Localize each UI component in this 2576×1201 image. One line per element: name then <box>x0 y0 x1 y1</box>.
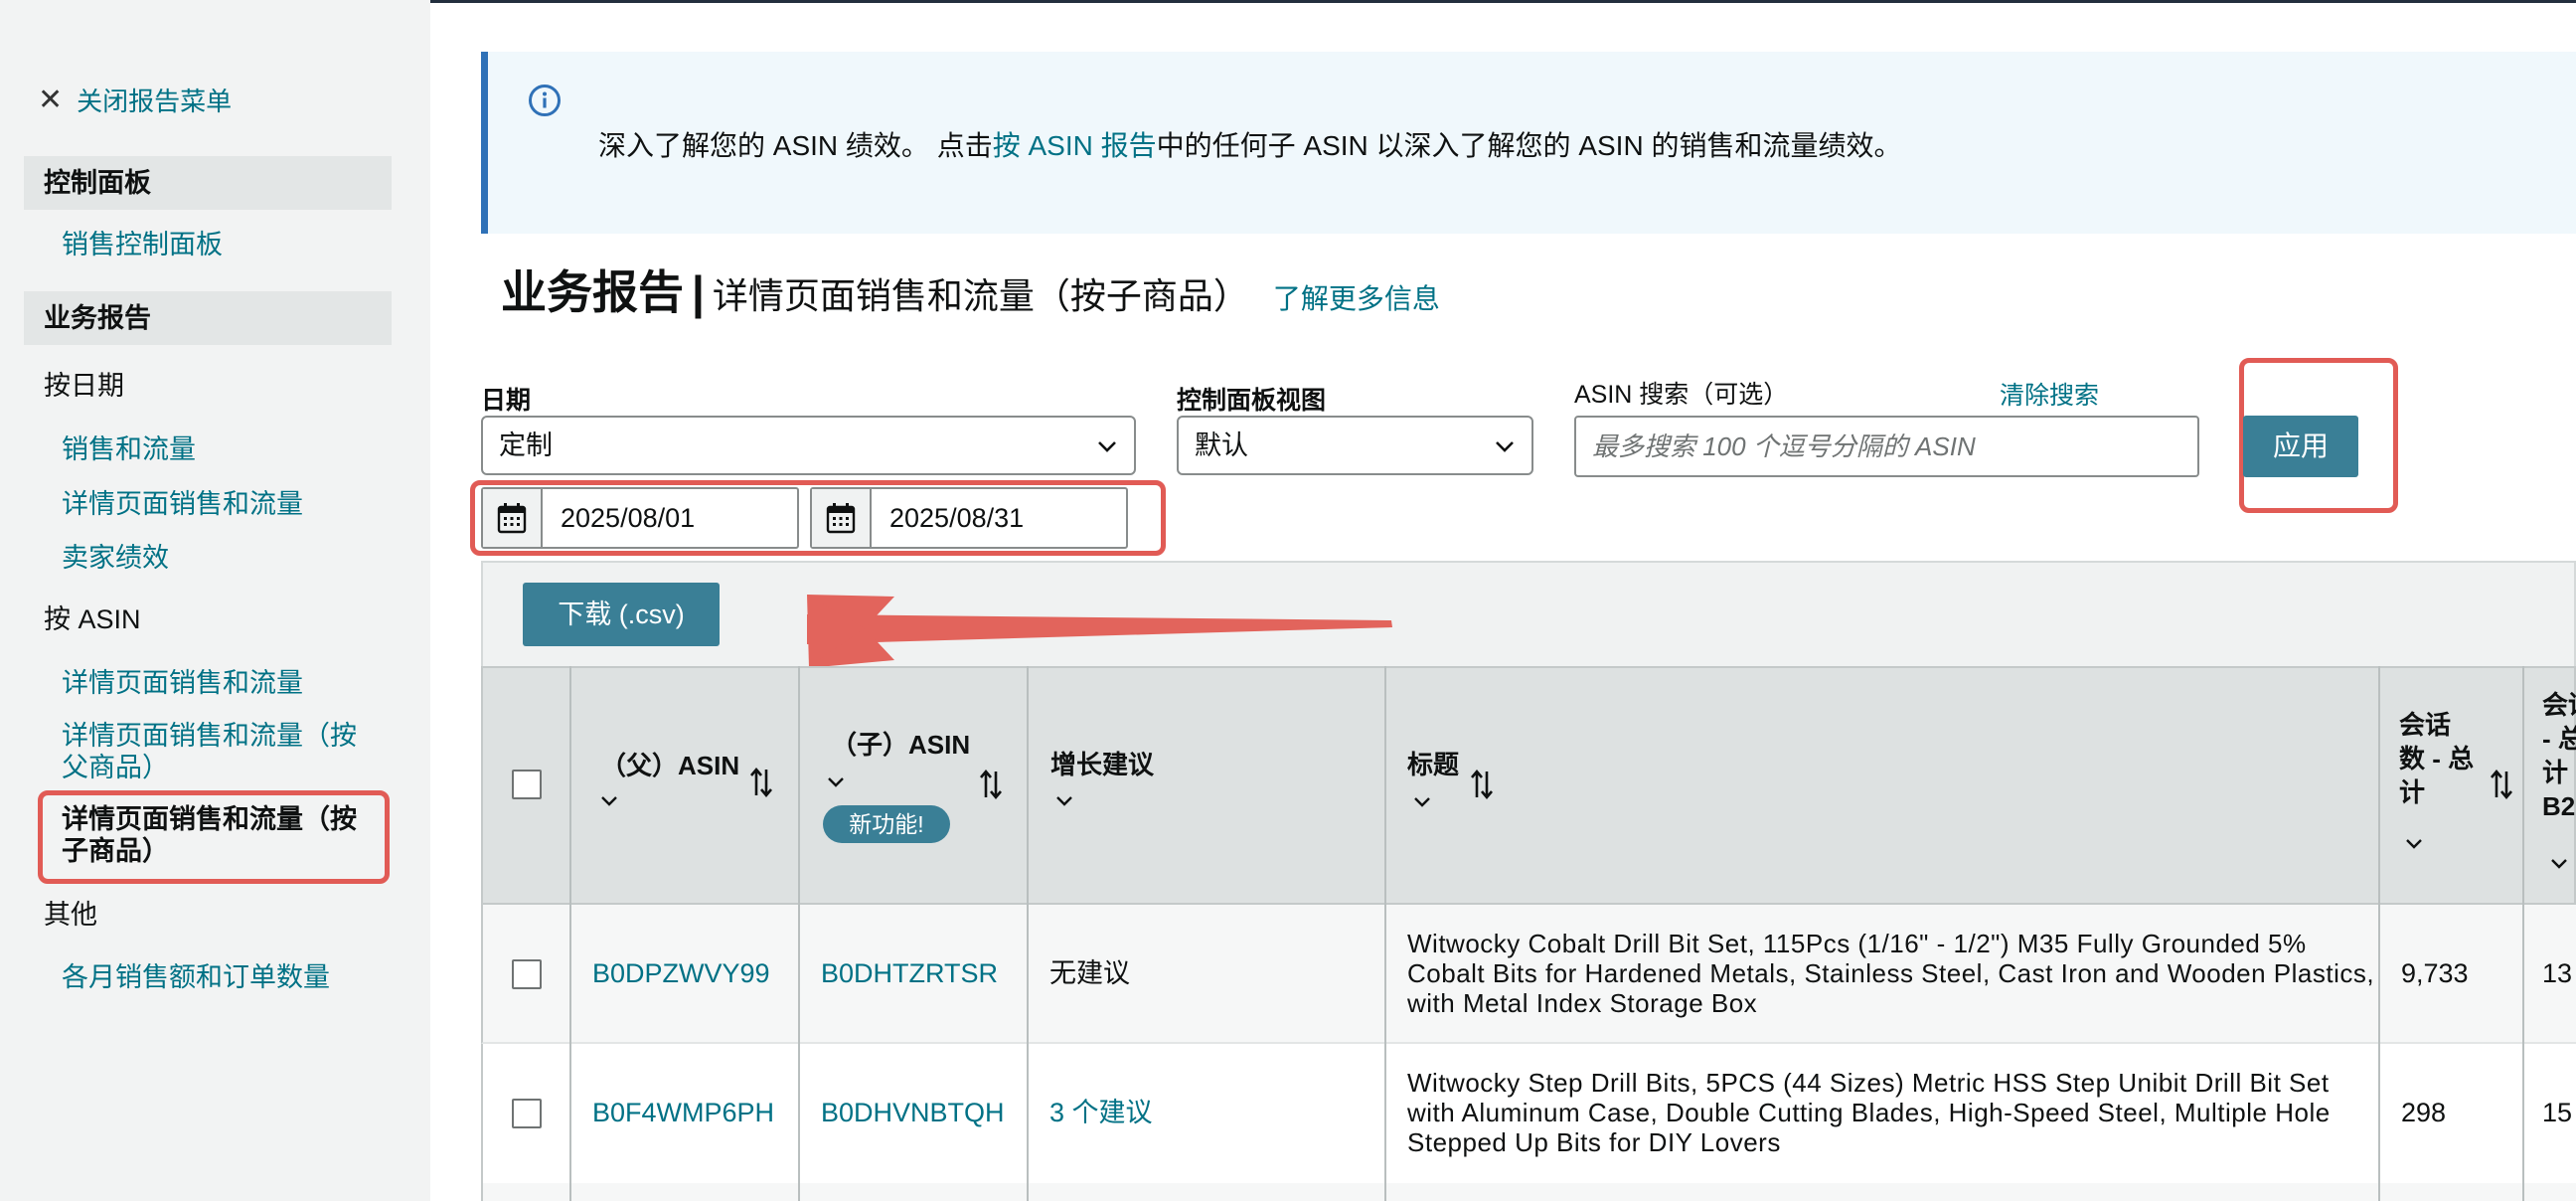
growth-suggestion-link[interactable]: 3 个建议 <box>1049 1098 1153 1127</box>
chevron-down-icon[interactable] <box>1413 795 1431 809</box>
row-checkbox[interactable] <box>512 1099 542 1128</box>
column-divider <box>1027 666 1029 1201</box>
sort-icon[interactable] <box>2489 768 2514 801</box>
select-all-checkbox[interactable] <box>512 770 542 799</box>
chevron-down-icon[interactable] <box>2405 837 2423 851</box>
column-divider <box>569 666 571 1201</box>
header-title[interactable]: 标题 <box>1407 748 1459 781</box>
column-divider <box>798 666 800 1201</box>
header-sessions-total[interactable]: 会话 数 - 总 计 <box>2399 708 2474 809</box>
table-row <box>481 1183 2576 1201</box>
chevron-down-icon[interactable] <box>600 794 618 808</box>
sessions-total: 298 <box>2401 1098 2447 1127</box>
child-asin-link[interactable]: B0DHVNBTQH <box>821 1098 1005 1127</box>
header-sessions-b2b-total[interactable]: 会话 - 总 计 B2 <box>2542 688 2576 823</box>
header-b2b-line4: B2 <box>2542 791 2576 821</box>
sidebar-item-monthly-sales-orders[interactable]: 各月销售额和订单数量 <box>62 961 330 993</box>
header-b2b-line3: 计 <box>2542 758 2569 787</box>
product-title: Witwocky Step Drill Bits, 5PCS (44 Sizes… <box>1407 1068 2331 1157</box>
column-divider <box>2378 666 2380 1201</box>
new-feature-badge: 新功能! <box>823 805 950 843</box>
row-checkbox[interactable] <box>512 959 542 989</box>
sessions-b2b-total: 15 <box>2542 1098 2573 1127</box>
sidebar-group-other: 其他 <box>44 900 97 930</box>
child-asin-link[interactable]: B0DHTZRTSR <box>821 958 998 988</box>
sidebar-item-asin-by-child[interactable]: 详情页面销售和流量（按子商品） <box>62 803 380 867</box>
parent-asin-link[interactable]: B0F4WMP6PH <box>592 1098 774 1127</box>
sessions-total: 9,733 <box>2401 958 2469 988</box>
header-b2b-line1: 会话 <box>2542 690 2576 720</box>
annotation-arrow <box>807 595 1392 668</box>
header-sessions-line3: 计 <box>2399 777 2426 807</box>
sort-icon[interactable] <box>1469 768 1495 801</box>
sidebar-item-asin-by-parent[interactable]: 详情页面销售和流量（按父商品） <box>62 720 380 783</box>
growth-suggestion: 无建议 <box>1049 958 1130 988</box>
column-divider <box>1384 666 1386 1201</box>
header-growth-suggestions[interactable]: 增长建议 <box>1050 748 1154 781</box>
sort-icon[interactable] <box>748 766 774 799</box>
sort-icon[interactable] <box>978 768 1004 801</box>
table-header <box>481 666 2576 905</box>
header-child-asin[interactable]: （子）ASIN <box>831 728 970 762</box>
product-title: Witwocky Cobalt Drill Bit Set, 115Pcs (1… <box>1407 929 2375 1018</box>
chevron-down-icon[interactable] <box>1055 794 1073 808</box>
header-b2b-line2: - 总 <box>2542 724 2576 754</box>
chevron-down-icon[interactable] <box>827 775 845 789</box>
chevron-down-icon[interactable] <box>2550 857 2568 871</box>
column-divider <box>2522 666 2524 1201</box>
header-sessions-line2: 数 - 总 <box>2399 744 2475 773</box>
sessions-b2b-total: 13 <box>2542 958 2573 988</box>
header-sessions-line1: 会话 <box>2399 710 2452 740</box>
parent-asin-link[interactable]: B0DPZWVY99 <box>592 958 770 988</box>
header-parent-asin[interactable]: （父）ASIN <box>600 749 739 782</box>
